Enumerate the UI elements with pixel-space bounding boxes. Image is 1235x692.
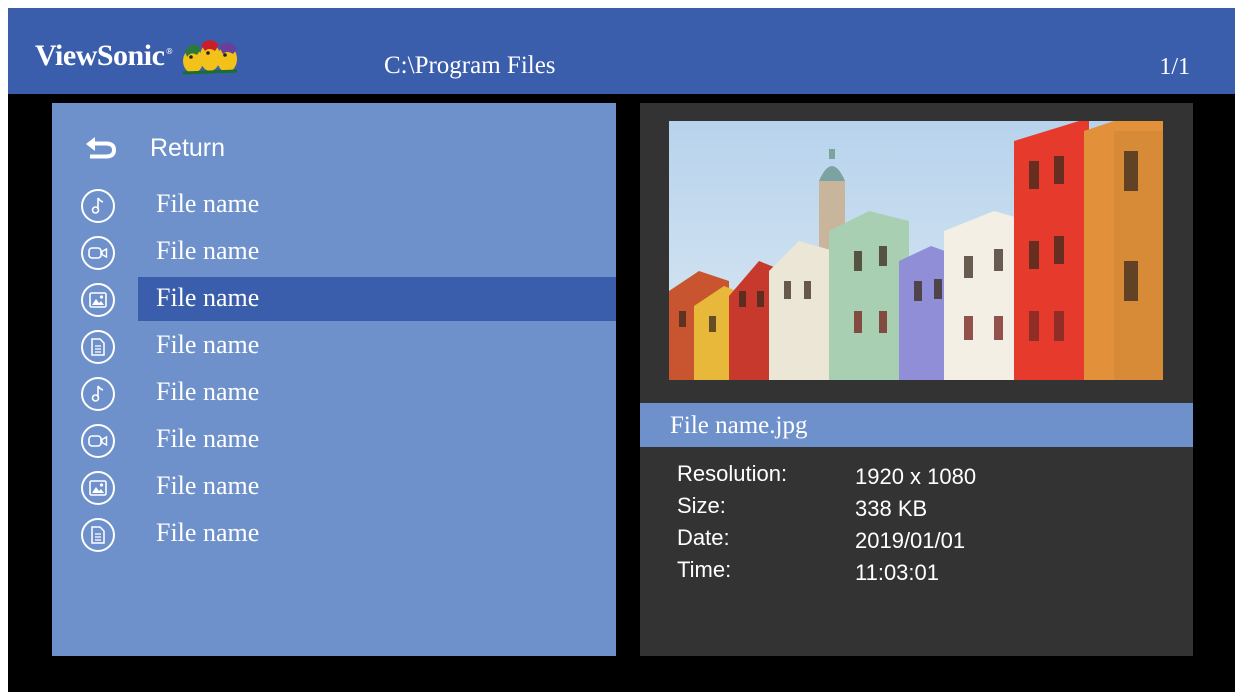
logo-text: ViewSonic bbox=[35, 39, 165, 72]
file-list-item[interactable]: File name bbox=[52, 512, 616, 556]
media-browser-screen: ViewSonic ® C:\Program Files 1/1 Return … bbox=[8, 8, 1235, 692]
return-arrow-icon bbox=[82, 133, 118, 163]
birds-logo-icon bbox=[183, 40, 238, 75]
preview-panel: File name.jpg Resolution: 1920 x 1080 Si… bbox=[640, 103, 1193, 656]
file-list-item-selected[interactable]: File name bbox=[52, 277, 616, 321]
info-label: Size: bbox=[677, 493, 726, 518]
file-list-item[interactable]: File name bbox=[52, 324, 616, 368]
file-name-label: File name bbox=[156, 377, 260, 406]
music-icon bbox=[81, 189, 115, 223]
file-info-list: Resolution: 1920 x 1080 Size: 338 KB Dat… bbox=[677, 463, 1077, 591]
info-row-size: Size: 338 KB bbox=[677, 495, 1077, 527]
photo-icon bbox=[81, 283, 115, 317]
info-row-resolution: Resolution: 1920 x 1080 bbox=[677, 463, 1077, 495]
document-icon bbox=[81, 518, 115, 552]
photo-icon bbox=[81, 471, 115, 505]
file-name-label: File name bbox=[156, 236, 260, 265]
return-label: Return bbox=[150, 133, 226, 162]
video-icon bbox=[81, 236, 115, 270]
selected-file-bar: File name.jpg bbox=[640, 403, 1193, 447]
music-icon bbox=[81, 377, 115, 411]
current-path: C:\Program Files bbox=[384, 52, 556, 79]
info-value: 338 KB bbox=[855, 496, 928, 521]
file-name-label: File name bbox=[156, 424, 260, 453]
file-list-item[interactable]: File name bbox=[52, 371, 616, 415]
file-list-item[interactable]: File name bbox=[52, 465, 616, 509]
video-icon bbox=[81, 424, 115, 458]
info-label: Resolution: bbox=[677, 461, 788, 486]
page-indicator: 1/1 bbox=[1159, 54, 1190, 80]
info-row-date: Date: 2019/01/01 bbox=[677, 527, 1077, 559]
info-row-time: Time: 11:03:01 bbox=[677, 559, 1077, 591]
return-button[interactable]: Return bbox=[82, 133, 225, 163]
info-value: 1920 x 1080 bbox=[855, 464, 977, 489]
header-bar: ViewSonic ® C:\Program Files 1/1 bbox=[8, 8, 1235, 94]
viewsonic-logo: ViewSonic ® bbox=[35, 39, 241, 77]
file-list-item[interactable]: File name bbox=[52, 230, 616, 274]
info-label: Time: bbox=[677, 557, 732, 582]
file-name-label: File name bbox=[156, 518, 260, 547]
file-name-label: File name bbox=[156, 189, 260, 218]
info-label: Date: bbox=[677, 525, 730, 550]
info-value: 2019/01/01 bbox=[855, 528, 966, 553]
file-list-item[interactable]: File name bbox=[52, 183, 616, 227]
selected-file-name: File name.jpg bbox=[670, 412, 808, 439]
image-thumbnail bbox=[669, 121, 1163, 380]
registered-mark: ® bbox=[165, 47, 174, 56]
document-icon bbox=[81, 330, 115, 364]
file-name-label: File name bbox=[156, 283, 260, 312]
file-list-panel: Return File name File name File name Fil… bbox=[52, 103, 616, 656]
info-value: 11:03:01 bbox=[855, 560, 940, 585]
file-list-item[interactable]: File name bbox=[52, 418, 616, 462]
file-name-label: File name bbox=[156, 471, 260, 500]
file-name-label: File name bbox=[156, 330, 260, 359]
